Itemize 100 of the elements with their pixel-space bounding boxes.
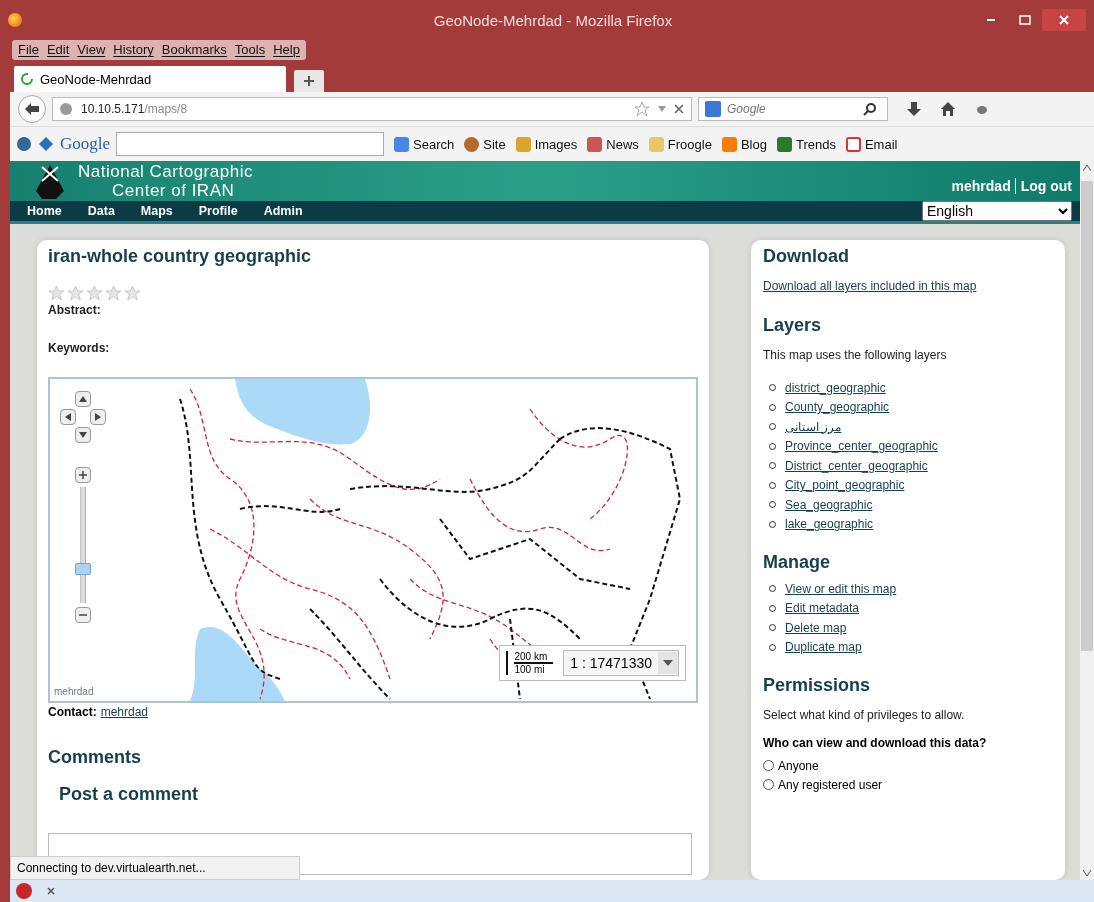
rating-star-icon[interactable] xyxy=(105,285,122,301)
down-arrow-icon xyxy=(79,432,87,438)
window-title: GeoNode-Mehrdad - Mozilla Firefox xyxy=(433,11,673,29)
menu-item[interactable]: View xyxy=(73,40,110,60)
manage-link[interactable]: Delete map xyxy=(785,620,847,635)
contact-label: Contact: xyxy=(48,705,97,719)
toolbar-button[interactable]: Email xyxy=(845,136,898,152)
map-title: iran-whole country geographic xyxy=(48,246,313,267)
layer-link[interactable]: County_geographic xyxy=(785,400,890,415)
scroll-down-icon[interactable] xyxy=(1083,870,1091,876)
abstract-label: Abstract: xyxy=(48,303,102,317)
diamond-icon[interactable] xyxy=(38,136,54,152)
permission-question: Who can view and download this data? xyxy=(763,736,988,750)
zoom-in-button[interactable] xyxy=(75,467,91,483)
rating-star-icon[interactable] xyxy=(48,285,65,301)
download-arrow-icon[interactable] xyxy=(906,101,922,117)
logout-link[interactable]: Log out xyxy=(1014,178,1072,194)
close-icon[interactable] xyxy=(673,103,685,115)
menu-item[interactable]: History xyxy=(109,40,158,60)
close-icon[interactable] xyxy=(46,886,56,896)
menu-item[interactable]: Edit xyxy=(42,40,74,60)
menu-item[interactable]: Help xyxy=(269,40,304,60)
back-button[interactable] xyxy=(18,95,46,123)
plus-icon xyxy=(79,471,87,479)
section-heading: Layers xyxy=(763,315,823,336)
toolbar-button[interactable]: Blog xyxy=(721,136,767,152)
map-attribution: mehrdad xyxy=(54,686,94,697)
minimize-icon xyxy=(987,19,995,21)
toolbar-button[interactable]: News xyxy=(587,136,639,152)
layer-link[interactable]: City_point_geographic xyxy=(785,478,905,493)
google-icon xyxy=(705,101,721,117)
nav-link[interactable]: Data xyxy=(87,204,115,218)
scroll-up-icon[interactable] xyxy=(1083,165,1091,171)
nav-link[interactable]: Profile xyxy=(198,204,238,218)
pan-left-button[interactable] xyxy=(60,409,76,425)
maximize-icon xyxy=(1019,15,1031,25)
back-arrow-icon xyxy=(24,102,40,116)
layer-link[interactable]: lake_geographic xyxy=(785,517,874,532)
toolbar-button[interactable]: Site xyxy=(464,136,506,152)
plus-icon xyxy=(303,75,315,87)
nav-link[interactable]: Admin xyxy=(263,204,303,218)
radio-label: Any registered user xyxy=(778,777,883,792)
toolbar-button[interactable]: Trends xyxy=(776,136,836,152)
search-icon[interactable] xyxy=(863,102,877,116)
download-link[interactable]: Download all layers included in this map xyxy=(763,279,1053,293)
rating-star-icon[interactable] xyxy=(67,285,84,301)
dropdown-icon[interactable] xyxy=(657,105,667,113)
layer-link[interactable]: district_geographic xyxy=(785,380,886,395)
manage-link[interactable]: View or edit this map xyxy=(785,581,897,596)
permissions-intro: Select what kind of privileges to allow. xyxy=(763,708,966,722)
layer-link[interactable]: Sea_geographic xyxy=(785,497,873,512)
toolbar-button[interactable]: Images xyxy=(515,136,578,152)
language-select[interactable]: English xyxy=(922,201,1072,221)
post-comment-heading: Post a comment xyxy=(59,784,200,805)
rating-star-icon[interactable] xyxy=(86,285,103,301)
pan-right-button[interactable] xyxy=(90,409,106,425)
toolbar-search-field[interactable] xyxy=(116,132,385,156)
scrollbar[interactable] xyxy=(1080,161,1094,880)
caret-icon xyxy=(663,660,673,666)
search-box[interactable]: Google xyxy=(698,97,888,121)
section-heading: Download xyxy=(763,246,850,267)
address-field[interactable]: 10.10.5.171/maps/8 xyxy=(52,97,692,121)
firefox-logo-icon xyxy=(8,13,22,27)
star-icon[interactable] xyxy=(633,101,651,117)
rating-star-icon[interactable] xyxy=(124,285,141,301)
toolbar-button[interactable]: Froogle xyxy=(648,136,712,152)
layer-link[interactable]: مرز استانی xyxy=(785,419,842,434)
pan-down-button[interactable] xyxy=(75,427,91,443)
up-arrow-icon xyxy=(79,396,87,402)
manage-link[interactable]: Duplicate map xyxy=(785,640,862,655)
browser-tab[interactable]: GeoNode-Mehrdad xyxy=(14,66,286,92)
username-link[interactable]: mehrdad xyxy=(951,178,1011,194)
radio-label: Anyone xyxy=(778,758,819,773)
toolbar-button[interactable]: Search xyxy=(394,136,455,152)
menu-item[interactable]: File xyxy=(14,40,43,60)
menu-item[interactable]: Bookmarks xyxy=(157,40,231,60)
keywords-label: Keywords: xyxy=(48,341,111,355)
contact-link[interactable]: mehrdad xyxy=(100,705,149,719)
nav-link[interactable]: Home xyxy=(27,204,62,218)
map-viewer[interactable]: mehrdad 200 km 100 mi 1 : 17471330 xyxy=(48,377,698,703)
layer-link[interactable]: District_center_geographic xyxy=(785,458,928,473)
site-title: National Cartographic xyxy=(78,162,253,181)
menu-item[interactable]: Tools xyxy=(230,40,270,60)
layer-link[interactable]: Province_center_geographic xyxy=(785,439,938,454)
status-message: Connecting to dev.virtualearth.net... xyxy=(10,856,300,880)
manage-link[interactable]: Edit metadata xyxy=(785,601,860,616)
left-arrow-icon xyxy=(65,413,71,421)
home-icon[interactable] xyxy=(940,101,956,117)
pan-up-button[interactable] xyxy=(75,391,91,407)
new-tab-button[interactable] xyxy=(294,70,324,92)
scale-select[interactable]: 1 : 17471330 xyxy=(563,650,679,676)
section-heading: Manage xyxy=(763,552,832,573)
zoom-slider-thumb[interactable] xyxy=(75,562,91,575)
google-toolbar-logo[interactable]: Google xyxy=(60,134,111,154)
minus-icon xyxy=(79,611,87,619)
loading-icon xyxy=(20,72,34,86)
layers-intro: This map uses the following layers xyxy=(763,348,948,362)
nav-link[interactable]: Maps xyxy=(140,204,173,218)
close-button[interactable] xyxy=(1042,9,1086,31)
zoom-out-button[interactable] xyxy=(75,607,91,623)
